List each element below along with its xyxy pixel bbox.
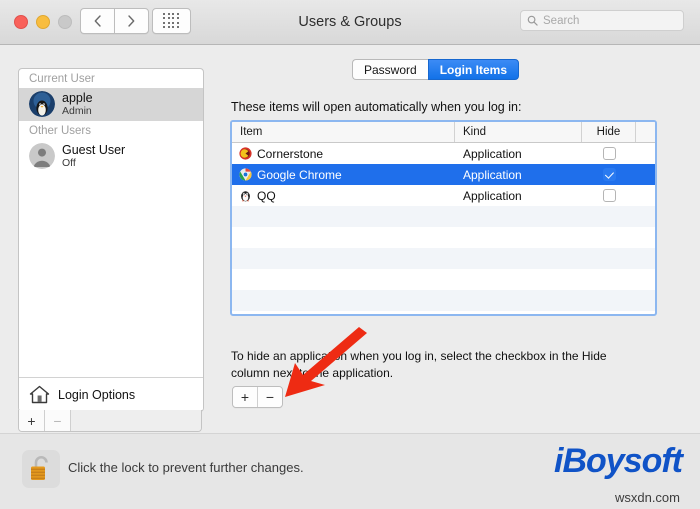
chrome-icon bbox=[239, 168, 252, 181]
navigation-buttons bbox=[80, 8, 149, 34]
window-title-text: Users & Groups bbox=[298, 14, 402, 30]
column-header-hide[interactable]: Hide bbox=[582, 122, 636, 142]
column-header-item[interactable]: Item bbox=[232, 122, 455, 142]
minimize-button[interactable] bbox=[36, 15, 50, 29]
users-sidebar[interactable]: Current User apple Admin Other Users Gue… bbox=[18, 68, 204, 412]
tab-password[interactable]: Password bbox=[352, 59, 428, 80]
pane-tabs: Password Login Items bbox=[352, 59, 520, 80]
cell-hide[interactable] bbox=[582, 189, 636, 202]
show-all-preferences-button[interactable] bbox=[152, 8, 191, 34]
sidebar-item-guest-status: Off bbox=[62, 157, 76, 170]
window-traffic-lights bbox=[14, 15, 72, 29]
cell-item-label: Cornerstone bbox=[257, 146, 324, 161]
sidebar-item-guest-name: Guest User bbox=[62, 143, 126, 158]
column-header-filler bbox=[636, 122, 655, 142]
login-items-table[interactable]: Item Kind Hide Cornerstone Application G… bbox=[230, 120, 657, 316]
home-icon bbox=[29, 385, 50, 404]
zoom-button bbox=[58, 15, 72, 29]
cell-hide[interactable] bbox=[582, 168, 636, 181]
unlocked-padlock-icon bbox=[31, 456, 48, 480]
sidebar-add-remove-buttons: + − bbox=[18, 410, 202, 432]
remove-login-item-button[interactable]: − bbox=[258, 387, 282, 407]
cell-item: Google Chrome bbox=[232, 168, 455, 182]
lock-button[interactable] bbox=[22, 450, 60, 488]
sidebar-group-header-other-users: Other Users bbox=[29, 125, 91, 138]
qq-penguin-icon bbox=[241, 191, 250, 202]
sidebar-item-guest-user[interactable]: Guest User Off bbox=[19, 140, 203, 173]
cell-item: Cornerstone bbox=[232, 147, 455, 161]
remove-user-button: − bbox=[45, 410, 71, 431]
table-empty-row bbox=[232, 269, 655, 290]
hide-checkbox[interactable] bbox=[602, 189, 616, 202]
table-row[interactable]: QQ Application bbox=[232, 185, 655, 206]
sidebar-buttons-filler bbox=[71, 410, 201, 431]
chevron-left-icon bbox=[94, 15, 101, 27]
sidebar-item-apple-text: apple Admin bbox=[62, 91, 93, 117]
table-empty-row bbox=[232, 248, 655, 269]
cell-item-label: QQ bbox=[257, 188, 276, 203]
site-watermark: wsxdn.com bbox=[614, 490, 680, 505]
person-avatar bbox=[29, 143, 55, 170]
add-remove-login-item-buttons: + − bbox=[232, 386, 283, 408]
login-items-description: These items will open automatically when… bbox=[231, 100, 522, 114]
title-bar: Users & Groups Search bbox=[0, 0, 700, 45]
sidebar-item-apple-name: apple bbox=[62, 91, 93, 105]
hide-column-hint: To hide an application when you log in, … bbox=[231, 349, 607, 380]
sidebar-item-guest-text: Guest User Off bbox=[62, 143, 125, 169]
cell-kind: Application bbox=[463, 146, 522, 161]
add-user-button[interactable]: + bbox=[19, 410, 45, 431]
table-empty-row bbox=[232, 290, 655, 311]
cell-item: QQ bbox=[232, 189, 455, 203]
close-button[interactable] bbox=[14, 15, 28, 29]
sidebar-item-apple[interactable]: apple Admin bbox=[19, 88, 203, 122]
add-login-item-button[interactable]: + bbox=[233, 387, 258, 407]
chevron-right-icon bbox=[128, 15, 135, 27]
cell-kind: Application bbox=[463, 167, 522, 182]
sidebar-item-login-options[interactable]: Login Options bbox=[19, 377, 203, 411]
sidebar-item-apple-status: Admin bbox=[62, 105, 92, 117]
table-row[interactable]: Cornerstone Application bbox=[232, 143, 655, 164]
table-empty-row bbox=[232, 206, 655, 227]
cell-item-label: Google Chrome bbox=[257, 167, 342, 182]
search-placeholder: Search bbox=[543, 14, 580, 27]
users-and-groups-window: Users & Groups Search Current User apple… bbox=[0, 0, 700, 509]
lock-hint-text: Click the lock to prevent further change… bbox=[68, 460, 304, 475]
table-row[interactable]: Google Chrome Application bbox=[232, 164, 655, 185]
cell-kind: Application bbox=[463, 188, 522, 203]
search-icon bbox=[527, 15, 538, 26]
search-field[interactable]: Search bbox=[520, 10, 684, 31]
login-options-label: Login Options bbox=[58, 387, 136, 402]
cornerstone-icon bbox=[239, 147, 252, 160]
forward-button[interactable] bbox=[114, 8, 149, 34]
column-header-kind[interactable]: Kind bbox=[455, 122, 582, 142]
table-header-row: Item Kind Hide bbox=[232, 122, 655, 143]
tab-login-items[interactable]: Login Items bbox=[427, 59, 520, 80]
hide-checkbox[interactable] bbox=[602, 168, 616, 181]
penguin-avatar bbox=[29, 91, 55, 118]
iboysoft-watermark: iBoysoft bbox=[554, 442, 683, 480]
hide-checkbox[interactable] bbox=[602, 147, 616, 160]
table-empty-row bbox=[232, 227, 655, 248]
table-empty-row bbox=[232, 311, 655, 314]
back-button[interactable] bbox=[80, 8, 114, 34]
cell-hide[interactable] bbox=[582, 147, 636, 160]
preferences-footer: Click the lock to prevent further change… bbox=[0, 433, 700, 509]
sidebar-group-header-current-user: Current User bbox=[29, 73, 95, 85]
grid-icon bbox=[163, 12, 180, 30]
